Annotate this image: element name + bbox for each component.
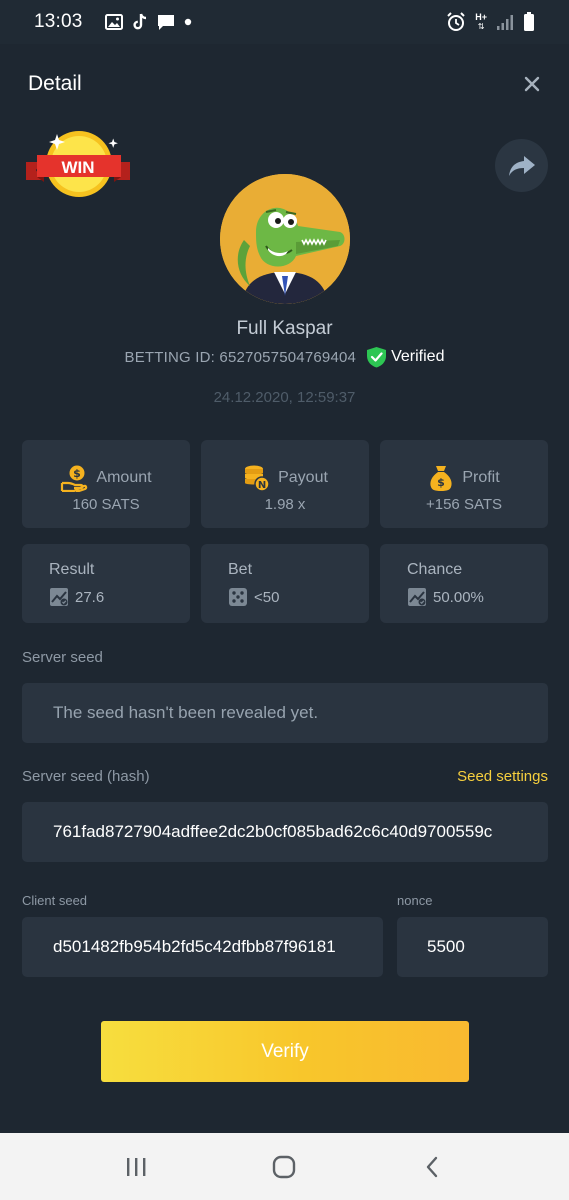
svg-text:$: $ <box>438 476 446 489</box>
nonce-field[interactable]: 5500 <box>397 917 548 977</box>
server-seed-hash-label: Server seed (hash) <box>22 768 150 785</box>
coin-stack-icon: N <box>245 465 270 492</box>
home-icon <box>272 1155 296 1179</box>
stat-label: Payout <box>278 469 328 486</box>
battery-icon <box>524 12 534 31</box>
svg-text:N: N <box>258 480 266 491</box>
close-icon[interactable] <box>519 71 545 97</box>
chance-chart-icon <box>408 588 426 606</box>
verify-button[interactable]: Verify <box>101 1021 469 1082</box>
stat-card-result: Result 27.6 <box>22 544 190 623</box>
coin-hand-icon: $ <box>61 465 88 492</box>
shield-check-icon <box>367 347 387 368</box>
gallery-icon <box>104 14 123 30</box>
betting-id-row: BETTING ID: 6527057504769404 Verified <box>0 346 569 368</box>
dice-icon <box>229 588 247 606</box>
server-seed-field: The seed hasn't been revealed yet. <box>22 683 548 743</box>
stat-card-profit: $ Profit +156 SATS <box>380 440 548 528</box>
back-icon <box>426 1156 438 1178</box>
stat-value: +156 SATS <box>425 496 503 513</box>
recent-apps-icon <box>127 1158 146 1176</box>
stat-label: Bet <box>228 561 253 578</box>
bet-datetime: 24.12.2020, 12:59:37 <box>213 389 356 406</box>
share-button[interactable] <box>495 139 548 192</box>
stat-label: Chance <box>407 561 463 578</box>
back-button[interactable] <box>416 1151 448 1183</box>
stat-value: 1.98 x <box>264 496 306 513</box>
betting-id: BETTING ID: 6527057504769404 <box>124 348 357 366</box>
alarm-icon <box>447 12 465 31</box>
status-time: 13:03 <box>34 11 83 32</box>
seed-settings-link[interactable]: Seed settings <box>457 768 548 785</box>
nonce-value: 5500 <box>427 937 465 956</box>
svg-text:$: $ <box>74 467 82 480</box>
network-label: H+ <box>475 12 487 22</box>
dot-icon <box>184 18 191 26</box>
stat-label: Profit <box>462 469 500 486</box>
client-seed-field[interactable]: d501482fb954b2fd5c42dfbb87f96181 <box>22 917 383 977</box>
stat-card-bet: Bet <50 <box>201 544 369 623</box>
client-seed-label: Client seed <box>22 893 88 908</box>
stat-card-payout: N Payout 1.98 x <box>201 440 369 528</box>
win-label: WIN <box>61 158 95 177</box>
signal-icon <box>497 15 513 30</box>
chat-icon <box>157 14 174 30</box>
username: Full Kaspar <box>236 318 333 339</box>
win-badge: WIN <box>22 128 134 200</box>
stat-value: 160 SATS <box>72 496 140 513</box>
home-button[interactable] <box>268 1151 300 1183</box>
stat-card-amount: $ Amount 160 SATS <box>22 440 190 528</box>
avatar <box>220 174 350 304</box>
stat-label: Amount <box>96 469 152 486</box>
stat-value: 50.00% <box>433 588 484 606</box>
system-nav-bar <box>0 1133 569 1200</box>
header: Detail <box>0 44 569 124</box>
server-seed-value: The seed hasn't been revealed yet. <box>53 703 319 722</box>
network-arrows: ⇅ <box>477 22 485 31</box>
stat-value: 27.6 <box>75 588 105 606</box>
network-icon: H+ ⇅ <box>475 12 487 32</box>
money-bag-icon: $ <box>430 466 452 491</box>
crocodile-avatar-icon <box>220 174 350 304</box>
verified-label: Verified <box>391 348 445 365</box>
nonce-label: nonce <box>397 893 433 908</box>
stat-card-chance: Chance 50.00% <box>380 544 548 623</box>
stat-label: Result <box>49 561 95 578</box>
result-chart-icon <box>50 588 68 606</box>
client-seed-value: d501482fb954b2fd5c42dfbb87f96181 <box>53 937 336 956</box>
page-title: Detail <box>28 72 82 95</box>
recent-apps-button[interactable] <box>120 1151 152 1183</box>
server-seed-label: Server seed <box>22 649 103 666</box>
stat-value: <50 <box>254 588 280 606</box>
tiktok-icon <box>132 13 146 30</box>
share-icon <box>508 155 535 176</box>
server-seed-hash-field[interactable]: 761fad8727904adffee2dc2b0cf085bad62c6c40… <box>22 802 548 862</box>
server-seed-hash-value: 761fad8727904adffee2dc2b0cf085bad62c6c40… <box>53 822 493 841</box>
verified-badge: Verified <box>366 346 444 368</box>
status-bar: 13:03 H+ ⇅ <box>0 0 569 44</box>
